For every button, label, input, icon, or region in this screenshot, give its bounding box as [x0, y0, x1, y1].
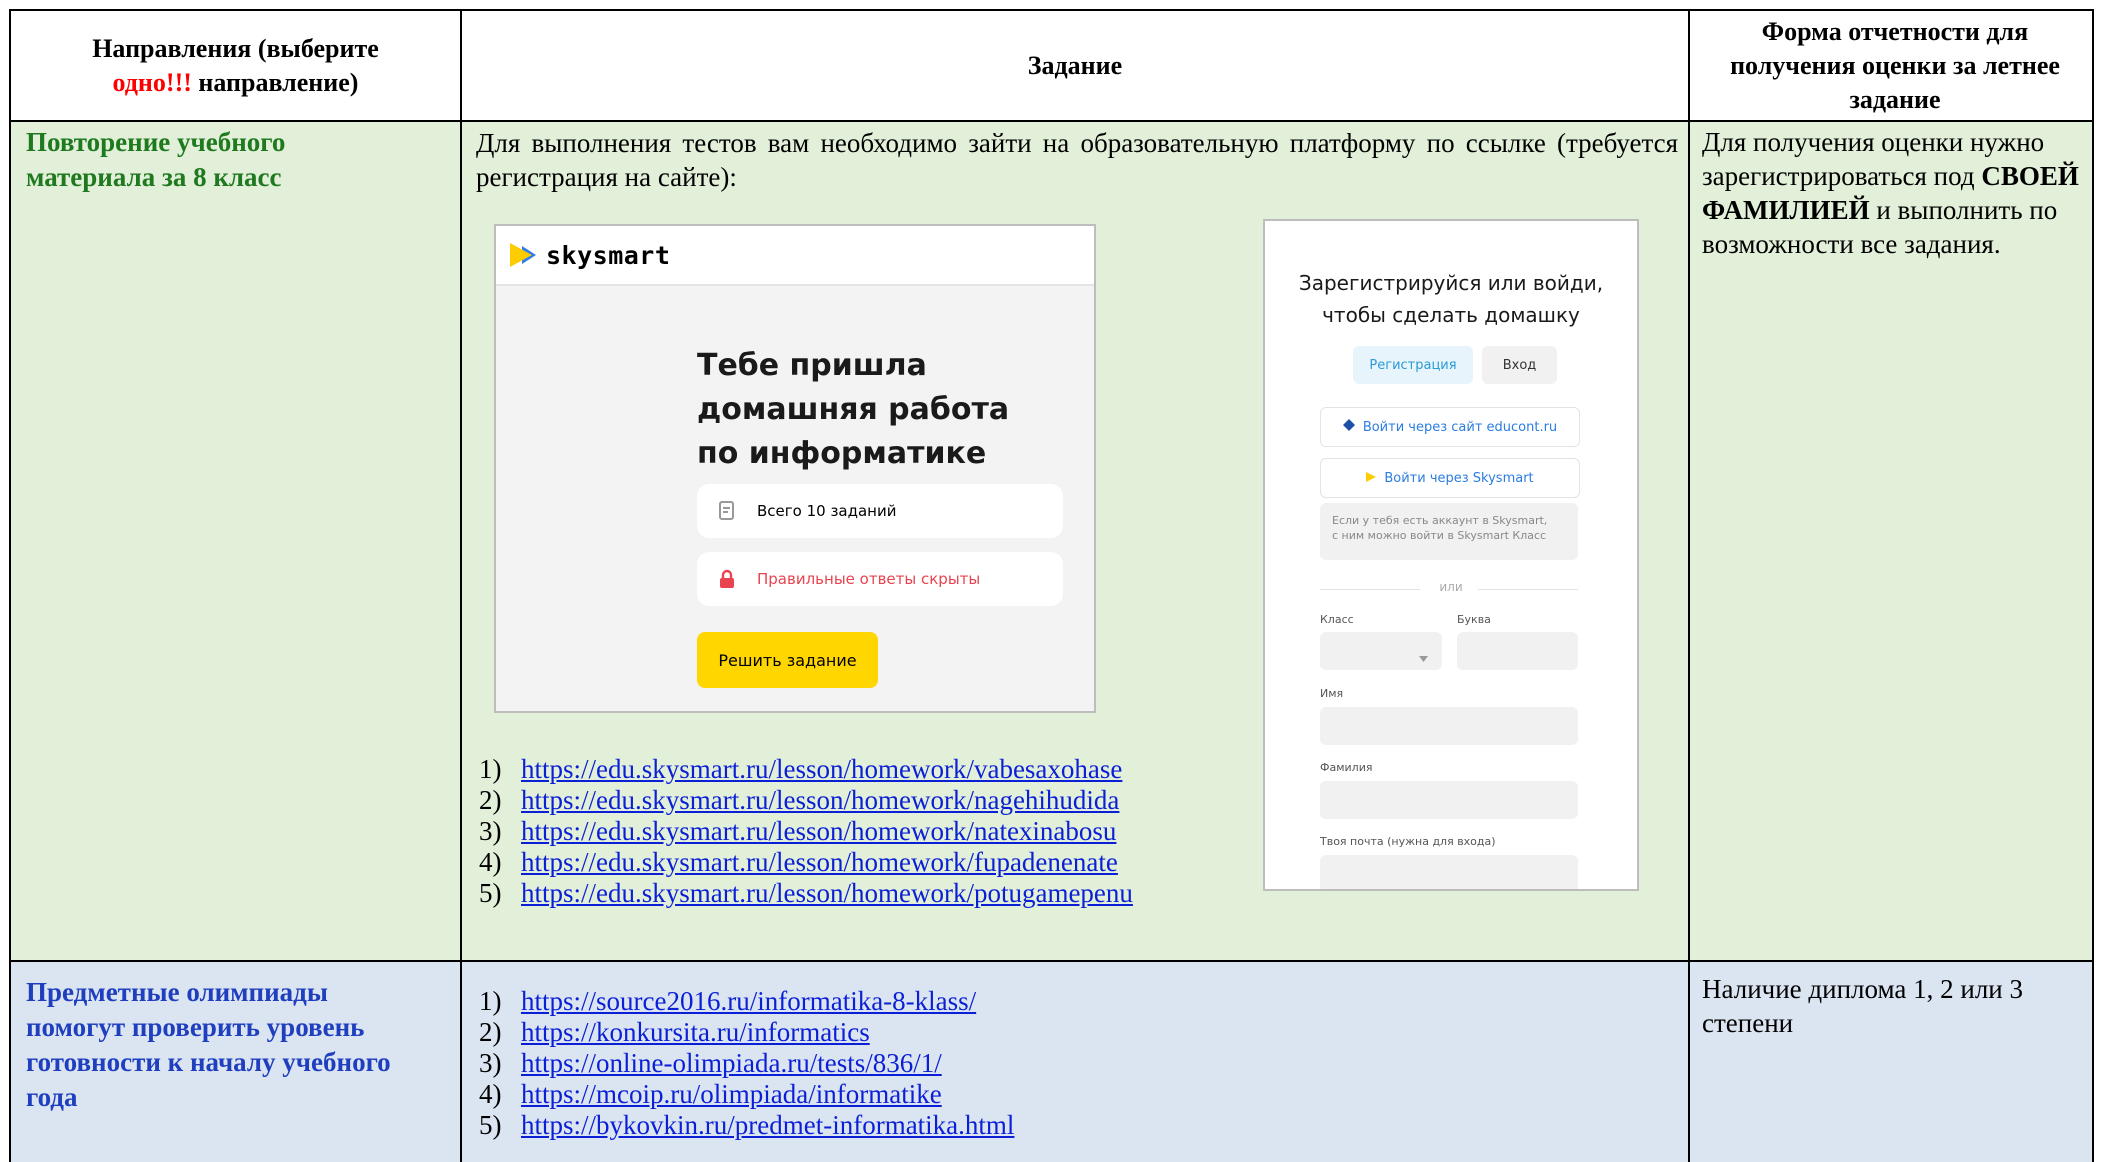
- list-item: 2) https://edu.skysmart.ru/lesson/homewor…: [479, 785, 1133, 816]
- row1-link-list: 1) https://edu.skysmart.ru/lesson/homewor…: [479, 754, 1133, 909]
- list-item: 5) https://bykovkin.ru/predmet-informatik…: [479, 1110, 1014, 1141]
- header-directions: Направления (выберите одно!!! направлени…: [11, 11, 460, 120]
- header-task-label: Задание: [1027, 50, 1123, 80]
- divider-right: [1478, 589, 1578, 590]
- olympiad-link-1[interactable]: https://source2016.ru/informatika-8-klas…: [521, 986, 976, 1017]
- class-select[interactable]: [1320, 632, 1442, 670]
- document-icon: [717, 501, 737, 521]
- homework-link-3[interactable]: https://edu.skysmart.ru/lesson/homework/…: [521, 816, 1116, 847]
- skysmart-account-note: Если у тебя есть аккаунт в Skysmart, с н…: [1320, 503, 1578, 560]
- homework-link-2[interactable]: https://edu.skysmart.ru/lesson/homework/…: [521, 785, 1119, 816]
- homework-link-1[interactable]: https://edu.skysmart.ru/lesson/homework/…: [521, 754, 1122, 785]
- header-directions-emphasis: одно!!!: [112, 67, 192, 97]
- row1-bottom-border: [9, 960, 2094, 962]
- olympiad-link-3[interactable]: https://online-olimpiada.ru/tests/836/1/: [521, 1048, 942, 1079]
- skysmart-logo-icon: [510, 243, 532, 267]
- olympiad-link-5[interactable]: https://bykovkin.ru/predmet-informatika.…: [521, 1110, 1014, 1141]
- homework-link-5[interactable]: https://edu.skysmart.ru/lesson/homework/…: [521, 878, 1133, 909]
- table-right-border: [2092, 9, 2094, 1162]
- surname-input[interactable]: [1320, 781, 1578, 819]
- link-number: 5): [479, 1110, 502, 1140]
- row2-link-list: 1) https://source2016.ru/informatika-8-kl…: [479, 986, 1014, 1141]
- lock-icon: [717, 569, 737, 589]
- row1-report: Для получения оценки нужно зарегистриров…: [1702, 125, 2087, 261]
- list-item: 4) https://edu.skysmart.ru/lesson/homewor…: [479, 847, 1133, 878]
- tasks-count-pill: Всего 10 заданий: [697, 484, 1063, 538]
- skysmart-header: skysmart: [496, 226, 1094, 286]
- list-item: 3) https://edu.skysmart.ru/lesson/homewor…: [479, 816, 1133, 847]
- surname-label: Фамилия: [1320, 761, 1373, 774]
- link-number: 2): [479, 1017, 502, 1047]
- note-line1: Если у тебя есть аккаунт в Skysmart,: [1332, 514, 1548, 527]
- header-directions-part2: направление): [198, 67, 359, 97]
- skysmart-small-icon: [1366, 471, 1377, 486]
- row1-col1-bg: [10, 122, 461, 960]
- header-bottom-border: [9, 120, 2094, 122]
- link-number: 3): [479, 816, 502, 846]
- registration-title-line1: Зарегистрируйся или войди,: [1298, 271, 1604, 295]
- link-number: 4): [479, 847, 502, 877]
- header-task: Задание: [462, 11, 1688, 120]
- skysmart-login-button[interactable]: Войти через Skysmart: [1320, 458, 1580, 498]
- educont-login-button[interactable]: Войти через сайт educont.ru: [1320, 407, 1580, 447]
- tab-login[interactable]: Вход: [1482, 346, 1557, 384]
- homework-title-line2: домашняя работа: [697, 392, 1010, 427]
- row2-topic: Предметные олимпиады помогут проверить у…: [26, 977, 391, 1112]
- homework-title-line1: Тебе пришла: [697, 348, 927, 383]
- header-report-label: Форма отчетности для получения оценки за…: [1730, 16, 2060, 114]
- email-input[interactable]: [1320, 855, 1578, 889]
- answers-hidden-text: Правильные ответы скрыты: [757, 570, 981, 588]
- registration-screenshot: Зарегистрируйся или войди, чтобы сделать…: [1263, 219, 1639, 891]
- skysmart-login-label: Войти через Skysmart: [1384, 470, 1534, 486]
- list-item: 2) https://konkursita.ru/informatics: [479, 1017, 1014, 1048]
- educont-icon: [1342, 419, 1355, 435]
- email-label: Твоя почта (нужна для входа): [1320, 835, 1496, 848]
- link-number: 4): [479, 1079, 502, 1109]
- registration-title: Зарегистрируйся или войди, чтобы сделать…: [1265, 267, 1637, 331]
- list-item: 5) https://edu.skysmart.ru/lesson/homewor…: [479, 878, 1133, 909]
- link-number: 2): [479, 785, 502, 815]
- tasks-count-text: Всего 10 заданий: [757, 502, 897, 520]
- list-item: 1) https://edu.skysmart.ru/lesson/homewor…: [479, 754, 1133, 785]
- olympiad-link-4[interactable]: https://mcoip.ru/olimpiada/informatike: [521, 1079, 942, 1110]
- homework-link-4[interactable]: https://edu.skysmart.ru/lesson/homework/…: [521, 847, 1118, 878]
- class-label: Класс: [1320, 613, 1354, 626]
- link-number: 5): [479, 878, 502, 908]
- header-report: Форма отчетности для получения оценки за…: [1700, 11, 2090, 120]
- name-input[interactable]: [1320, 707, 1578, 745]
- note-line2: с ним можно войти в Skysmart Класс: [1332, 529, 1547, 542]
- link-number: 1): [479, 986, 502, 1016]
- homework-title-line3: по информатике: [697, 436, 987, 471]
- registration-title-line2: чтобы сделать домашку: [1322, 303, 1580, 327]
- homework-title: Тебе пришла домашняя работа по информати…: [697, 344, 1009, 476]
- letter-label: Буква: [1457, 613, 1491, 626]
- col2-col3-border: [1688, 9, 1690, 1162]
- answers-hidden-pill: Правильные ответы скрыты: [697, 552, 1063, 606]
- col1-col2-border: [460, 9, 462, 1162]
- row2-report: Наличие диплома 1, 2 или 3 степени: [1702, 974, 2024, 1038]
- letter-input[interactable]: [1457, 632, 1578, 670]
- tab-register[interactable]: Регистрация: [1353, 346, 1473, 384]
- link-number: 3): [479, 1048, 502, 1078]
- solve-task-button[interactable]: Решить задание: [697, 632, 878, 688]
- list-item: 1) https://source2016.ru/informatika-8-kl…: [479, 986, 1014, 1017]
- list-item: 4) https://mcoip.ru/olimpiada/informatike: [479, 1079, 1014, 1110]
- educont-login-label: Войти через сайт educont.ru: [1362, 419, 1558, 435]
- link-number: 1): [479, 754, 502, 784]
- table-left-border: [9, 9, 11, 1162]
- header-directions-part1: Направления (выберите: [92, 33, 379, 63]
- skysmart-logo-text: skysmart: [546, 240, 671, 270]
- list-item: 3) https://online-olimpiada.ru/tests/836/…: [479, 1048, 1014, 1079]
- chevron-down-icon: [1419, 647, 1428, 666]
- olympiad-link-2[interactable]: https://konkursita.ru/informatics: [521, 1017, 870, 1048]
- row1-topic: Повторение учебного материала за 8 класс: [26, 127, 286, 192]
- row1-intro: Для выполнения тестов вам необходимо зай…: [476, 128, 1678, 192]
- or-separator: или: [1439, 580, 1463, 594]
- skysmart-homework-screenshot: skysmart Тебе пришла домашняя работа по …: [494, 224, 1096, 713]
- name-label: Имя: [1320, 687, 1344, 700]
